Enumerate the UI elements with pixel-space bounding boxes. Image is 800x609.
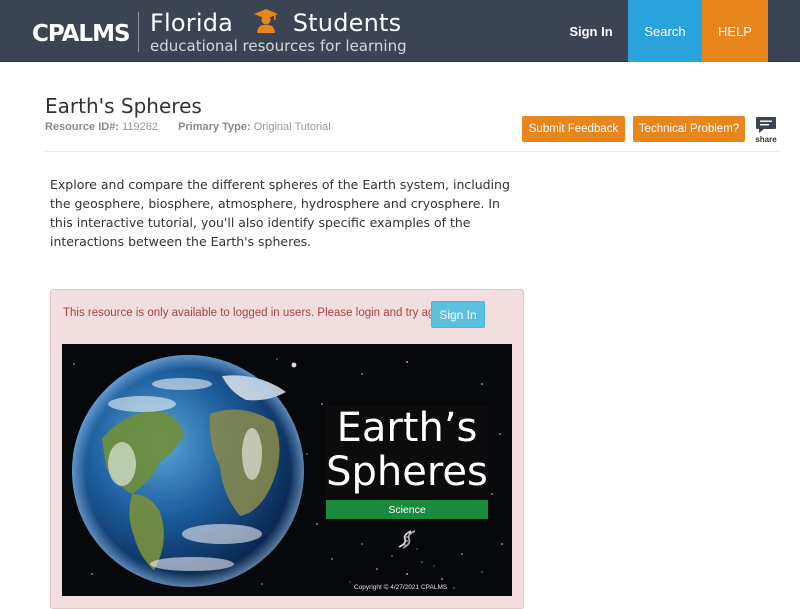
share-button[interactable]: share <box>752 116 780 146</box>
banner-title-line1: Earth’s <box>336 405 478 451</box>
nav-search-button[interactable]: Search <box>628 0 702 62</box>
nav-signin-link[interactable]: Sign In <box>555 0 627 62</box>
section-divider <box>45 151 780 152</box>
primary-type-label: Primary Type: <box>178 121 251 133</box>
comment-bubble-icon <box>756 117 776 133</box>
alert-signin-button[interactable]: Sign In <box>431 301 485 328</box>
earth-globe-image <box>72 355 304 587</box>
submit-feedback-button[interactable]: Submit Feedback <box>522 116 625 142</box>
resource-id-label: Resource ID#: <box>45 121 119 133</box>
dna-helix-icon <box>398 530 416 549</box>
resource-title: Earth's Spheres <box>45 94 202 118</box>
banner-copyright: Copyright © 4/27/2021 CPALMS <box>354 584 448 591</box>
login-required-alert: This resource is only available to logge… <box>50 289 524 609</box>
brand-title: Florida Students <box>150 8 401 37</box>
banner-title: Earth’s Spheres <box>326 406 488 498</box>
share-label: share <box>755 135 777 144</box>
logo-divider <box>138 12 139 52</box>
alert-message: This resource is only available to logge… <box>63 307 453 319</box>
cpalms-logo[interactable]: CPALMS <box>30 12 130 50</box>
brand-title-florida: Florida <box>150 9 234 37</box>
primary-type-value: Original Tutorial <box>253 121 331 133</box>
student-graduate-icon <box>253 9 278 33</box>
banner-subject-badge: Science <box>326 500 488 519</box>
brand-title-students: Students <box>292 9 402 37</box>
cpalms-logo-text: CPALMS <box>32 21 130 47</box>
resource-id-value: 119262 <box>122 121 158 133</box>
brand-subtitle: educational resources for learning <box>150 37 407 55</box>
resource-description: Explore and compare the different sphere… <box>50 177 510 249</box>
resource-meta: Resource ID#: 119262 Primary Type: Origi… <box>45 121 331 133</box>
nav-help-button[interactable]: HELP <box>702 0 768 62</box>
technical-problem-button[interactable]: Technical Problem? <box>633 116 745 142</box>
site-header: CPALMS Florida Students educational reso… <box>0 0 800 62</box>
banner-title-line2: Spheres <box>326 449 488 495</box>
tutorial-banner: Earth’s Spheres Science Copyright © 4/27… <box>62 344 512 596</box>
